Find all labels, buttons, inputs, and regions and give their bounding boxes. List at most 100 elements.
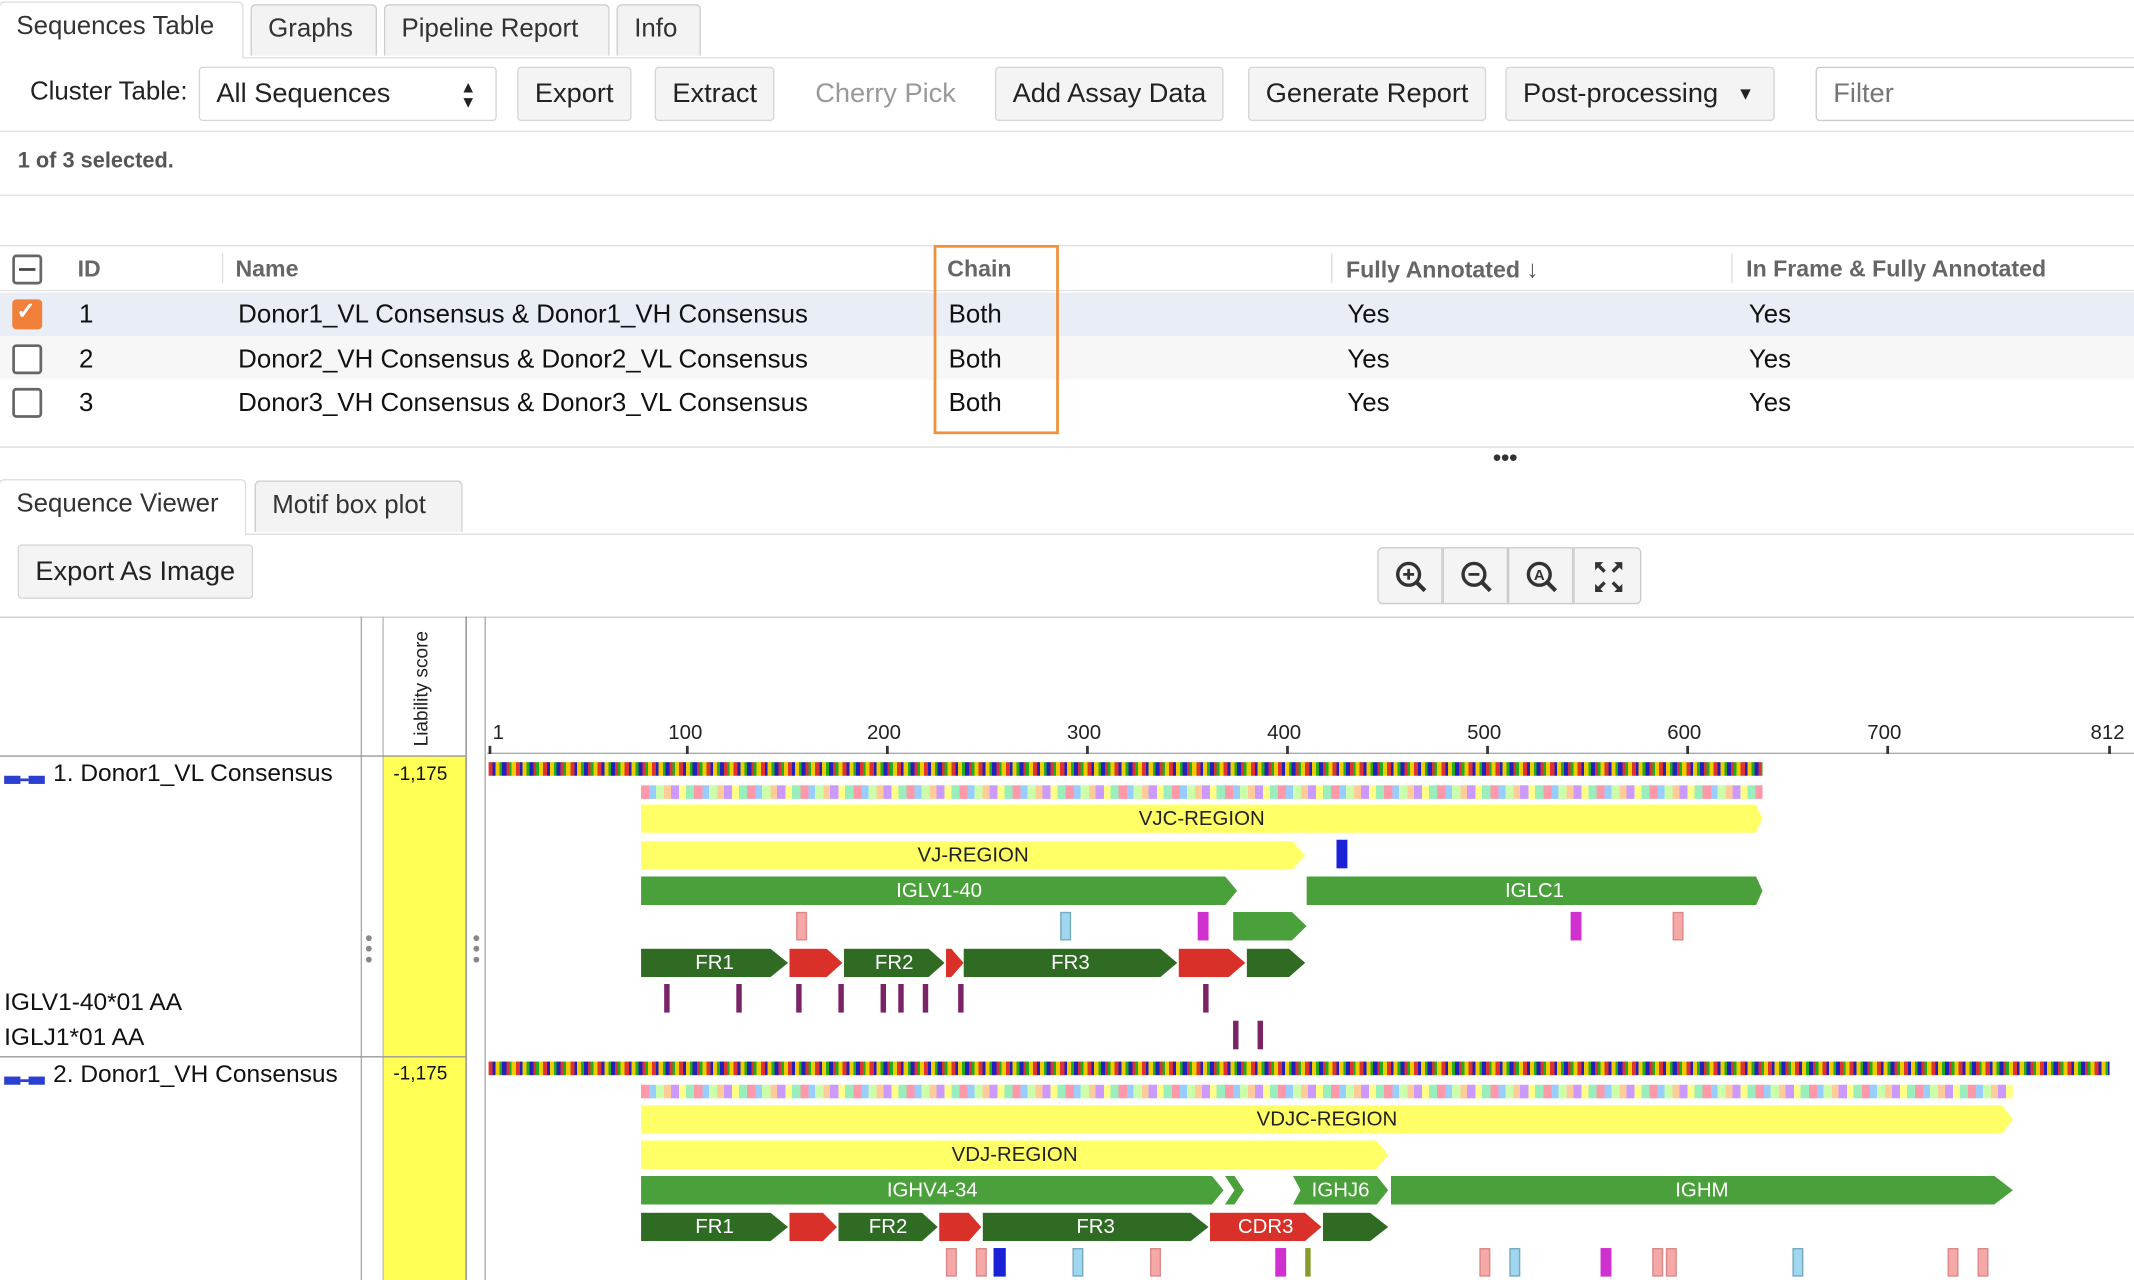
zoom-in-button[interactable] xyxy=(1377,547,1443,605)
feature-cdr3-vh[interactable]: CDR3 xyxy=(1209,1212,1322,1242)
panel-splitter[interactable] xyxy=(0,446,2134,448)
tab-motif-box-plot[interactable]: Motif box plot xyxy=(254,480,463,533)
liability-score-seq2: -1,175 xyxy=(393,1061,448,1084)
liability-mark xyxy=(945,1248,957,1277)
checkmark-icon: ✓ xyxy=(16,298,36,324)
feature-cdr2-vh[interactable] xyxy=(939,1212,982,1242)
aminoacid-track-seq2 xyxy=(641,1084,2013,1099)
ruler-mark xyxy=(1286,745,1289,754)
tab-pipeline-report[interactable]: Pipeline Report xyxy=(383,4,610,56)
filter-input[interactable] xyxy=(1815,66,2134,122)
feature-vdj-region[interactable]: VDJ-REGION xyxy=(641,1140,1389,1170)
feature-jgene[interactable] xyxy=(1233,911,1307,941)
zoom-reset-icon: A xyxy=(1526,561,1558,593)
zoom-reset-button[interactable]: A xyxy=(1507,547,1574,605)
track-name-seq2[interactable]: 2. Donor1_VH Consensus xyxy=(53,1060,338,1089)
cluster-table-select[interactable]: All Sequences ▲ ▼ xyxy=(198,66,497,122)
column-divider xyxy=(1731,253,1733,284)
export-as-image-button[interactable]: Export As Image xyxy=(17,544,253,599)
feature-fr3-vh[interactable]: FR3 xyxy=(982,1212,1209,1242)
fit-screen-button[interactable] xyxy=(1573,547,1642,605)
feature-iglv[interactable]: IGLV1-40 xyxy=(641,876,1238,906)
tab-sequence-viewer[interactable]: Sequence Viewer xyxy=(0,479,247,537)
liability-mark xyxy=(1509,1248,1521,1277)
nucleotide-track-seq2 xyxy=(488,1061,2110,1076)
select-all-checkbox[interactable] xyxy=(12,254,43,285)
liability-border xyxy=(382,616,384,1280)
feature-fr1-vh[interactable]: FR1 xyxy=(641,1212,789,1242)
bottom-tab-strip xyxy=(0,533,2134,535)
feature-fr3[interactable]: FR3 xyxy=(963,948,1178,978)
left-panel-resize-handle[interactable]: ● ● ● xyxy=(365,932,373,969)
sort-descending-icon[interactable]: ↓ xyxy=(1526,256,1538,283)
feature-cdr1-vh[interactable] xyxy=(789,1212,838,1242)
toolbar-divider xyxy=(0,130,2134,133)
feature-ighm[interactable]: IGHM xyxy=(1390,1175,2013,1205)
cherry-pick-button[interactable]: Cherry Pick xyxy=(797,66,974,122)
feature-vjc-region[interactable]: VJC-REGION xyxy=(641,804,1763,833)
column-in-frame[interactable]: In Frame & Fully Annotated xyxy=(1746,256,2046,283)
feature-fr2-vh[interactable]: FR2 xyxy=(838,1212,938,1242)
export-button[interactable]: Export xyxy=(517,66,632,122)
row-checkbox-checked[interactable]: ✓ xyxy=(12,298,43,330)
column-fully-annotated[interactable]: Fully Annotated ↓ xyxy=(1346,256,1539,285)
add-assay-data-button[interactable]: Add Assay Data xyxy=(994,66,1224,122)
liability-mark xyxy=(1305,1248,1311,1277)
track-divider xyxy=(0,1056,467,1058)
feature-fr2[interactable]: FR2 xyxy=(843,948,945,978)
selection-status: 1 of 3 selected. xyxy=(17,149,174,173)
liability-mark xyxy=(1792,1248,1804,1277)
feature-vdjc-region[interactable]: VDJC-REGION xyxy=(641,1105,2013,1134)
post-processing-dropdown[interactable]: Post-processing ▼ xyxy=(1505,66,1775,122)
feature-fr4[interactable] xyxy=(1246,948,1306,978)
motif-mark xyxy=(796,984,802,1013)
cell-fully-annotated: Yes xyxy=(1347,300,1390,330)
liability-resize-handle[interactable]: ● ● ● xyxy=(472,932,480,969)
row-checkbox[interactable] xyxy=(12,387,43,418)
cell-name: Donor1_VL Consensus & Donor1_VH Consensu… xyxy=(238,300,808,330)
liability-score-header: Liability score xyxy=(409,630,432,747)
liability-border xyxy=(484,616,486,1280)
feature-ighv[interactable]: IGHV4-34 xyxy=(641,1175,1224,1205)
feature-cdr2[interactable] xyxy=(945,948,964,978)
feature-fr4-vh[interactable] xyxy=(1322,1212,1389,1242)
tab-sequences-table[interactable]: Sequences Table xyxy=(0,1,244,59)
zoom-out-button[interactable] xyxy=(1442,547,1508,605)
tab-info[interactable]: Info xyxy=(616,4,701,56)
feature-iglc[interactable]: IGLC1 xyxy=(1306,876,1763,906)
track-name-seq1[interactable]: 1. Donor1_VL Consensus xyxy=(53,759,333,788)
motif-mark xyxy=(1203,984,1209,1013)
motif-mark xyxy=(958,984,964,1013)
ruler-tick-400: 400 xyxy=(1267,721,1302,745)
feature-cdr3[interactable] xyxy=(1178,948,1246,978)
extract-button[interactable]: Extract xyxy=(654,66,775,122)
generate-report-button[interactable]: Generate Report xyxy=(1248,66,1487,122)
cell-id: 3 xyxy=(78,389,94,418)
feature-vj-region[interactable]: VJ-REGION xyxy=(641,841,1306,870)
column-id[interactable]: ID xyxy=(78,256,101,283)
row-checkbox[interactable] xyxy=(12,344,43,375)
splitter-handle-icon[interactable]: ••• xyxy=(1493,445,1517,472)
feature-ighd[interactable] xyxy=(1224,1175,1244,1205)
feature-fr1[interactable]: FR1 xyxy=(641,948,789,978)
motif-mark xyxy=(736,984,742,1013)
feature-cdr1[interactable] xyxy=(789,948,843,978)
fit-screen-icon xyxy=(1595,562,1623,593)
status-divider xyxy=(0,194,2134,196)
cluster-table-label: Cluster Table: xyxy=(29,77,188,107)
liability-mark xyxy=(1570,911,1582,941)
liability-mark xyxy=(1600,1248,1612,1277)
cluster-table-value: All Sequences xyxy=(216,78,391,109)
indeterminate-icon xyxy=(19,268,36,271)
motif-mark xyxy=(1233,1020,1239,1050)
ruler-tick-200: 200 xyxy=(866,721,902,745)
liability-mark xyxy=(1652,1248,1664,1277)
liability-mark xyxy=(1060,911,1072,941)
motif-mark xyxy=(838,984,844,1013)
column-name[interactable]: Name xyxy=(235,256,298,283)
ruler-tick-1: 1 xyxy=(492,721,505,745)
tab-graphs[interactable]: Graphs xyxy=(250,4,377,56)
feature-ighj[interactable]: IGHJ6 xyxy=(1292,1175,1389,1205)
motif-mark xyxy=(664,984,670,1013)
liability-score-seq1: -1,175 xyxy=(393,762,448,784)
